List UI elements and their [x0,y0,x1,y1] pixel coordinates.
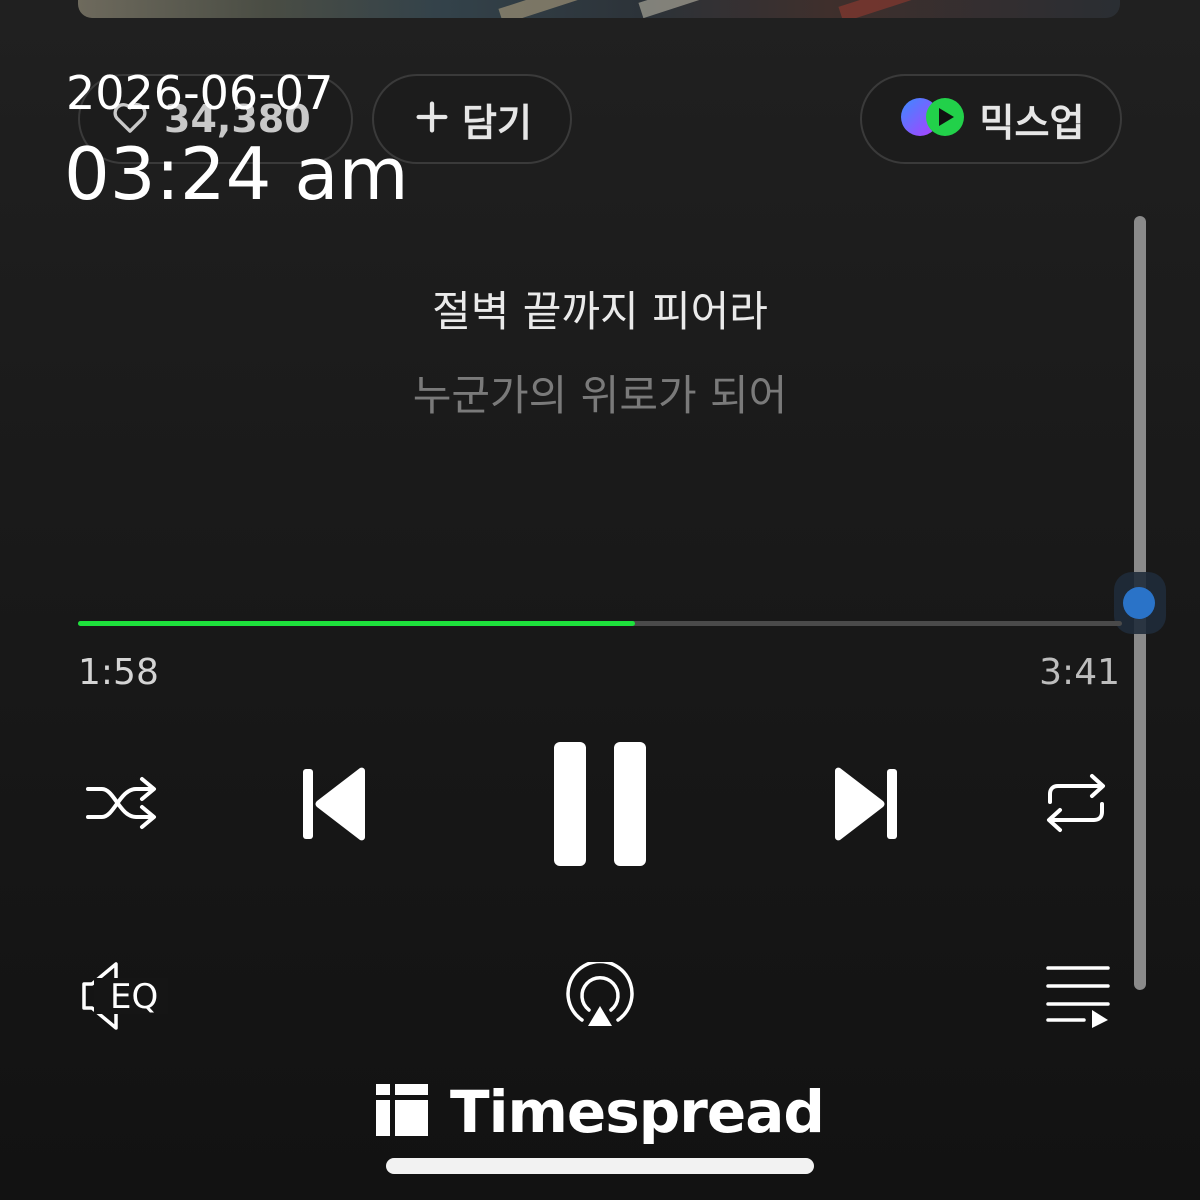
repeat-button[interactable] [1038,770,1114,836]
brand-name: Timespread [450,1078,825,1146]
airplay-icon [562,962,638,1030]
playlist-icon [1044,964,1112,1028]
shuffle-icon [84,773,160,833]
airplay-button[interactable] [562,962,638,1030]
timespread-logo-icon [376,1084,428,1140]
previous-track-button[interactable] [298,764,370,844]
overlay-date: 2026-06-07 [66,66,334,120]
home-indicator[interactable] [386,1158,814,1174]
next-track-icon [831,765,901,843]
lyric-current-line[interactable]: 절벽 끝까지 피어라 [0,278,1200,339]
timespread-watermark: Timespread [376,1078,825,1146]
lyric-next-line[interactable]: 누군가의 위로가 되어 [0,362,1200,423]
pause-icon [550,740,650,868]
playlist-button[interactable] [1044,964,1112,1028]
previous-track-icon [299,765,369,843]
next-track-button[interactable] [830,764,902,844]
speaker-eq-icon: EQ [78,960,170,1032]
plus-icon [412,97,452,141]
equalizer-button[interactable]: EQ [78,960,170,1032]
shuffle-button[interactable] [82,770,162,836]
mixup-button[interactable]: 믹스업 [860,74,1122,164]
repeat-icon [1040,772,1112,834]
elapsed-time: 1:58 [78,652,159,693]
scroll-indicator-dot[interactable] [1123,587,1155,619]
music-player-screen: 34,380 담기 믹스업 2026-06-07 03:24 am 절벽 끝까지… [0,0,1200,1200]
eq-label: EQ [110,977,158,1017]
add-label: 담기 [462,100,532,145]
overlay-time: 03:24 am [64,132,409,216]
mixup-icon [898,95,968,143]
progress-fill [78,621,636,626]
play-pause-button[interactable] [548,738,652,870]
total-time: 3:41 [1039,652,1120,693]
mixup-label: 믹스업 [979,100,1085,145]
progress-bar[interactable] [78,621,1122,626]
album-art[interactable] [78,0,1120,18]
